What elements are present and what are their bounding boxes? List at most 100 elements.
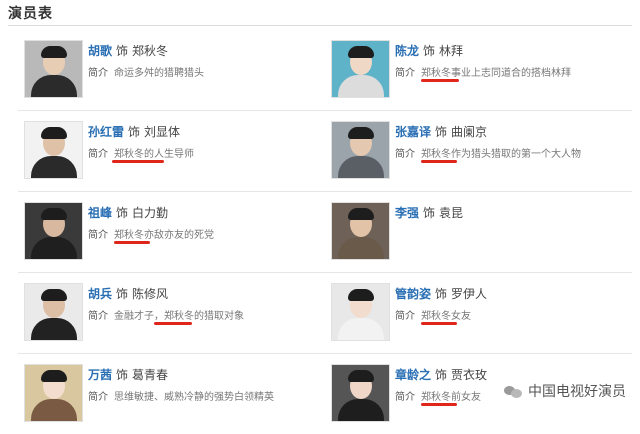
cast-item: 张嘉译饰曲阑京简介 郑秋冬作为猎头猎取的第一个大人物 xyxy=(325,111,632,191)
as-word: 饰 xyxy=(435,368,448,382)
cast-grid: 胡歌饰郑秋冬 简介 命运多舛的猎聘猎头 陈龙饰林拜 简介 郑秋冬事业上志同道合的搭档林拜孙… xyxy=(18,30,632,434)
name-line: 祖峰饰白力勤 xyxy=(88,204,168,221)
name-line: 张嘉译饰曲阑京 xyxy=(395,123,487,140)
actor-photo[interactable] xyxy=(331,202,390,260)
intro-text: 郑秋冬女友 xyxy=(421,311,471,322)
cast-item: 李强饰袁昆 xyxy=(325,192,632,272)
as-word: 饰 xyxy=(435,125,448,139)
wechat-icon xyxy=(504,384,522,398)
name-line: 胡歌饰郑秋冬 xyxy=(88,42,168,59)
intro-line: 简介 命运多舛的猎聘猎头 xyxy=(88,64,204,79)
actor-name-link[interactable]: 陈龙 xyxy=(395,44,419,58)
intro-label: 简介 xyxy=(88,311,108,322)
as-word: 饰 xyxy=(116,287,129,301)
role-name: 贾衣玫 xyxy=(451,368,488,382)
actor-photo[interactable] xyxy=(24,121,83,179)
actor-name-link[interactable]: 胡歌 xyxy=(88,44,112,58)
cast-row: 孙红雷饰刘显体 简介 郑秋冬的人生导师 张嘉译饰曲阑京 简介 郑秋冬作为猎头猎取的第一个大… xyxy=(18,111,632,192)
actor-photo[interactable] xyxy=(331,364,390,422)
intro-text: 金融才子，郑秋冬的猎取对象 xyxy=(114,311,244,322)
name-line: 管韵姿饰罗伊人 xyxy=(395,285,487,302)
intro-line: 简介 郑秋冬前女友 xyxy=(395,388,481,403)
cast-item: 管韵姿饰罗伊人 简介 郑秋冬女友 xyxy=(325,273,632,353)
actor-photo[interactable] xyxy=(24,283,83,341)
as-word: 饰 xyxy=(423,206,436,220)
intro-label: 简介 xyxy=(395,311,415,322)
intro-line: 简介 郑秋冬女友 xyxy=(395,307,471,322)
actor-photo[interactable] xyxy=(24,40,83,98)
name-line: 章龄之饰贾衣玫 xyxy=(395,366,487,383)
intro-label: 简介 xyxy=(395,68,415,79)
role-name: 罗伊人 xyxy=(451,287,488,301)
cast-row: 胡歌饰郑秋冬 简介 命运多舛的猎聘猎头 陈龙饰林拜 简介 郑秋冬事业上志同道合的搭档林拜 xyxy=(18,30,632,111)
intro-line: 简介 郑秋冬亦敌亦友的死党 xyxy=(88,226,214,241)
name-line: 李强饰袁昆 xyxy=(395,204,463,221)
highlight-underline xyxy=(421,322,457,325)
highlight-underline xyxy=(421,403,457,406)
intro-line: 简介 郑秋冬事业上志同道合的搭档林拜 xyxy=(395,64,571,79)
actor-name-link[interactable]: 李强 xyxy=(395,206,419,220)
watermark-text: 中国电视好演员 xyxy=(528,384,626,400)
highlight-underline xyxy=(421,79,459,82)
actor-photo[interactable] xyxy=(331,283,390,341)
intro-line: 简介 金融才子，郑秋冬的猎取对象 xyxy=(88,307,244,322)
role-name: 林拜 xyxy=(439,44,464,58)
intro-label: 简介 xyxy=(88,230,108,241)
role-name: 袁昆 xyxy=(439,206,464,220)
actor-photo[interactable] xyxy=(331,40,390,98)
as-word: 饰 xyxy=(116,44,129,58)
intro-label: 简介 xyxy=(88,68,108,79)
intro-label: 简介 xyxy=(395,149,415,160)
as-word: 饰 xyxy=(116,368,129,382)
highlight-underline xyxy=(114,241,150,244)
cast-item: 孙红雷饰刘显体 简介 郑秋冬的人生导师 xyxy=(18,111,325,191)
actor-name-link[interactable]: 管韵姿 xyxy=(395,287,431,301)
actor-name-link[interactable]: 章龄之 xyxy=(395,368,431,382)
as-word: 饰 xyxy=(423,44,436,58)
cast-item: 陈龙饰林拜简介 郑秋冬事业上志同道合的搭档林拜 xyxy=(325,30,632,110)
intro-label: 简介 xyxy=(88,392,108,403)
cast-item: 祖峰饰白力勤简介 郑秋冬亦敌亦友的死党 xyxy=(18,192,325,272)
role-name: 葛青春 xyxy=(132,368,169,382)
intro-text: 思维敏捷、威熟冷静的强势白领精英 xyxy=(114,392,274,403)
actor-name-link[interactable]: 万茜 xyxy=(88,368,112,382)
as-word: 饰 xyxy=(435,287,448,301)
highlight-underline xyxy=(154,322,192,325)
highlight-underline xyxy=(112,160,164,163)
role-name: 刘显体 xyxy=(144,125,181,139)
intro-text: 郑秋冬亦敌亦友的死党 xyxy=(114,230,214,241)
actor-name-link[interactable]: 胡兵 xyxy=(88,287,112,301)
actor-photo[interactable] xyxy=(24,202,83,260)
intro-text: 郑秋冬的人生导师 xyxy=(114,149,194,160)
cast-item: 胡歌饰郑秋冬简介 命运多舛的猎聘猎头 xyxy=(18,30,325,110)
intro-label: 简介 xyxy=(395,392,415,403)
name-line: 万茜饰葛青春 xyxy=(88,366,168,383)
name-line: 陈龙饰林拜 xyxy=(395,42,463,59)
actor-photo[interactable] xyxy=(24,364,83,422)
intro-text: 郑秋冬前女友 xyxy=(421,392,481,403)
page-title: 演员表 xyxy=(8,6,53,22)
actor-photo[interactable] xyxy=(331,121,390,179)
intro-text: 郑秋冬作为猎头猎取的第一个大人物 xyxy=(421,149,581,160)
cast-item: 万茜饰葛青春简介 思维敏捷、威熟冷静的强势白领精英 xyxy=(18,354,325,434)
role-name: 陈修风 xyxy=(132,287,169,301)
divider xyxy=(8,25,632,26)
intro-label: 简介 xyxy=(88,149,108,160)
role-name: 白力勤 xyxy=(132,206,169,220)
cast-row: 祖峰饰白力勤 简介 郑秋冬亦敌亦友的死党 李强饰袁昆 xyxy=(18,192,632,273)
intro-text: 郑秋冬事业上志同道合的搭档林拜 xyxy=(421,68,571,79)
watermark: 中国电视好演员 xyxy=(504,381,626,401)
as-word: 饰 xyxy=(116,206,129,220)
intro-line: 简介 郑秋冬作为猎头猎取的第一个大人物 xyxy=(395,145,581,160)
intro-text: 命运多舛的猎聘猎头 xyxy=(114,68,204,79)
actor-name-link[interactable]: 祖峰 xyxy=(88,206,112,220)
actor-name-link[interactable]: 张嘉译 xyxy=(395,125,431,139)
actor-name-link[interactable]: 孙红雷 xyxy=(88,125,124,139)
cast-row: 胡兵饰陈修风 简介 金融才子，郑秋冬的猎取对象 管韵姿饰罗伊人 简介 郑秋冬女友 xyxy=(18,273,632,354)
intro-line: 简介 思维敏捷、威熟冷静的强势白领精英 xyxy=(88,388,274,403)
role-name: 郑秋冬 xyxy=(132,44,169,58)
as-word: 饰 xyxy=(128,125,141,139)
name-line: 孙红雷饰刘显体 xyxy=(88,123,180,140)
intro-line: 简介 郑秋冬的人生导师 xyxy=(88,145,194,160)
cast-item: 胡兵饰陈修风简介 金融才子，郑秋冬的猎取对象 xyxy=(18,273,325,353)
